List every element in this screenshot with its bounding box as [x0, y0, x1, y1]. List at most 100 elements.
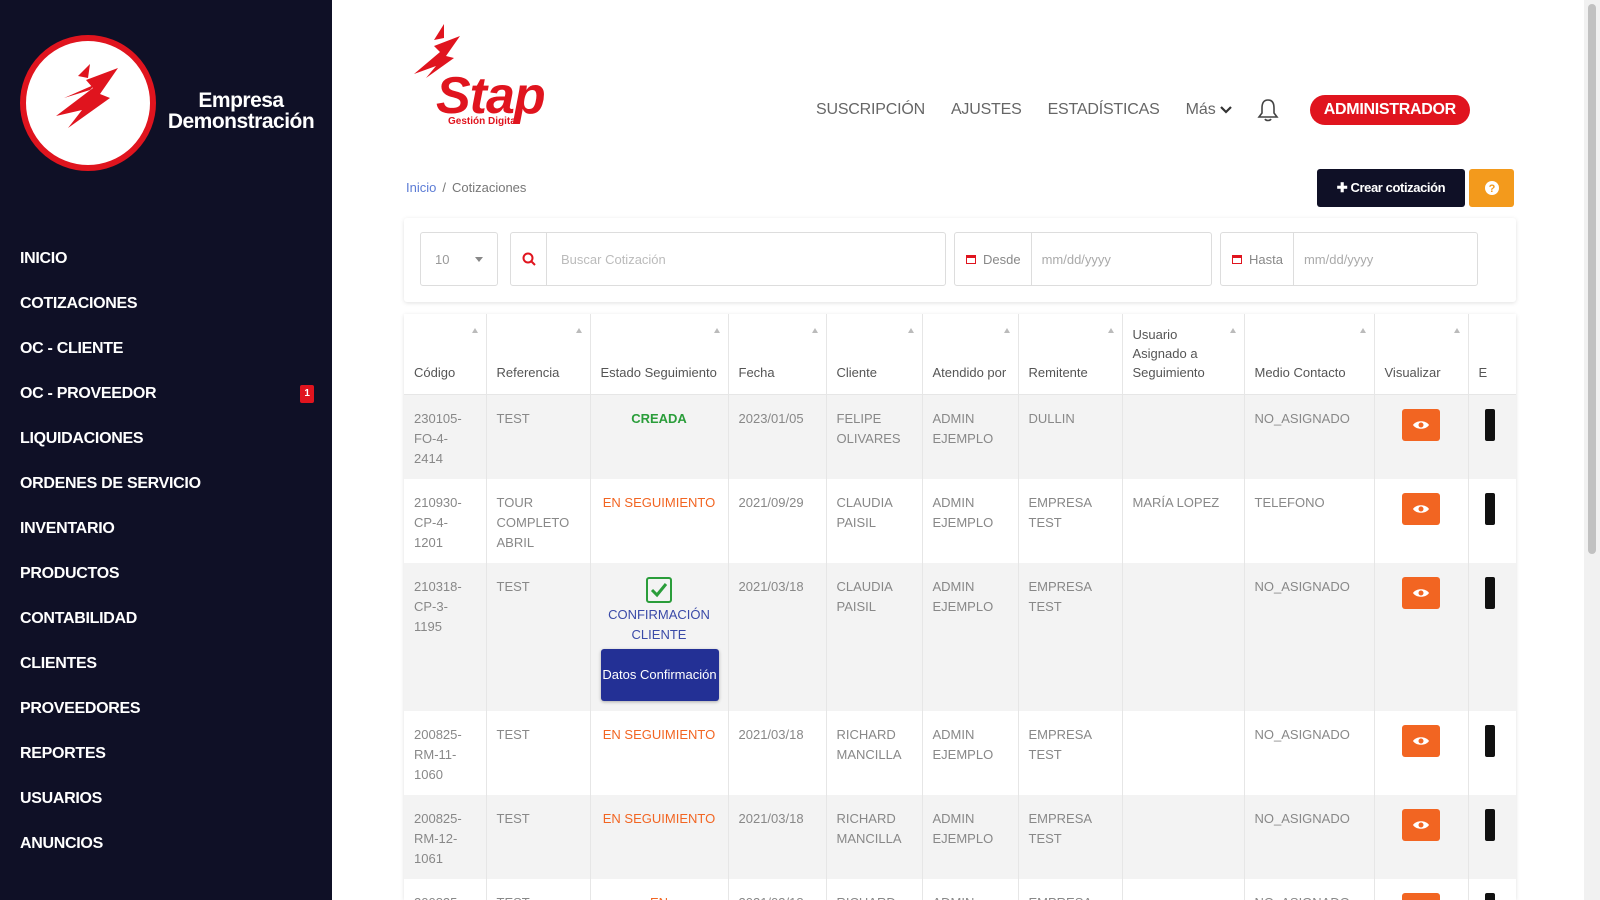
cell-usuario: MARÍA LOPEZ: [1122, 478, 1245, 563]
column-header-estado[interactable]: Estado Seguimiento: [590, 314, 729, 395]
date-from-field: Desde: [954, 232, 1212, 286]
sidebar-item-reportes[interactable]: REPORTES: [20, 731, 316, 776]
table-header-row: Código Referencia Estado Seguimiento Fec…: [404, 314, 1516, 395]
nav-suscripcion[interactable]: SUSCRIPCIÓN: [816, 101, 925, 119]
sidebar-item-anuncios[interactable]: ANUNCIOS: [20, 821, 316, 866]
confirmation-data-button[interactable]: Datos Confirmación: [600, 648, 719, 701]
cell-fecha: 2021/09/29: [728, 478, 827, 563]
sidebar-item-proveedores[interactable]: PROVEEDORES: [20, 686, 316, 731]
eye-icon: [1413, 588, 1429, 597]
cell-remitente: EMPRESA: [1018, 878, 1123, 900]
scrollbar-thumb[interactable]: [1588, 4, 1596, 554]
table-row[interactable]: 210318-CP-3-1195 TEST CONFIRMACIÓN CLIEN…: [404, 562, 1516, 711]
sidebar-item-contabilidad[interactable]: CONTABILIDAD: [20, 596, 316, 641]
sidebar-item-inventario[interactable]: INVENTARIO: [20, 506, 316, 551]
cell-codigo: 200825-RM-11-1060: [404, 710, 487, 795]
bell-icon[interactable]: [1254, 96, 1282, 124]
sidebar-item-label: OC - PROVEEDOR: [20, 384, 157, 402]
table-row[interactable]: 210930-CP-4-1201 TOUR COMPLETO ABRIL EN …: [404, 478, 1516, 563]
company-brand[interactable]: Empresa Demonstración: [20, 35, 320, 175]
table-row[interactable]: 200825-RM-11-1060 TEST EN SEGUIMIENTO 20…: [404, 710, 1516, 795]
nav-mas-dropdown[interactable]: Más: [1186, 101, 1232, 119]
column-label: E: [1478, 364, 1488, 380]
column-header-medio[interactable]: Medio Contacto: [1244, 314, 1375, 395]
cell-visualizar: [1374, 562, 1469, 711]
search-box: [510, 232, 946, 286]
nav-ajustes[interactable]: AJUSTES: [951, 101, 1022, 119]
column-header-fecha[interactable]: Fecha: [728, 314, 827, 395]
sidebar-item-oc-cliente[interactable]: OC - CLIENTE: [20, 326, 316, 371]
column-label: Cliente: [836, 364, 877, 380]
cell-visualizar: [1374, 478, 1469, 563]
column-header-visualizar[interactable]: Visualizar: [1374, 314, 1469, 395]
column-header-usuario[interactable]: Usuario Asignado a Seguimiento: [1122, 314, 1245, 395]
view-button[interactable]: [1402, 808, 1440, 841]
action-button[interactable]: [1484, 808, 1495, 841]
column-header-remitente[interactable]: Remitente: [1018, 314, 1123, 395]
sidebar-item-productos[interactable]: PRODUCTOS: [20, 551, 316, 596]
status-badge: EN SEGUIMIENTO: [602, 810, 716, 826]
cell-usuario: [1122, 562, 1245, 711]
cell-atendido: ADMIN EJEMPLO: [922, 394, 1019, 479]
sidebar-item-oc-proveedor[interactable]: OC - PROVEEDOR 1: [20, 371, 316, 416]
sidebar-item-liquidaciones[interactable]: LIQUIDACIONES: [20, 416, 316, 461]
sidebar-item-clientes[interactable]: CLIENTES: [20, 641, 316, 686]
table-row[interactable]: 200825- TEST EN 2021/03/18 RICHARD ADMIN…: [404, 878, 1516, 900]
sort-icon: [1107, 328, 1114, 333]
date-to-input[interactable]: [1293, 234, 1477, 284]
column-label: Estado Seguimiento: [600, 364, 717, 380]
status-badge: EN SEGUIMIENTO: [602, 494, 716, 510]
search-input[interactable]: [547, 234, 945, 284]
sidebar-item-usuarios[interactable]: USUARIOS: [20, 776, 316, 821]
breadcrumb-home[interactable]: Inicio: [406, 180, 436, 195]
cell-medio: NO_ASIGNADO: [1244, 394, 1375, 479]
action-button[interactable]: [1484, 408, 1495, 441]
table-row[interactable]: 200825-RM-12-1061 TEST EN SEGUIMIENTO 20…: [404, 794, 1516, 879]
cell-extra: [1468, 710, 1516, 795]
cell-cliente: RICHARD MANCILLA: [826, 794, 923, 879]
help-button[interactable]: ?: [1469, 169, 1514, 207]
nav-estadisticas[interactable]: ESTADÍSTICAS: [1048, 101, 1160, 119]
sidebar-item-inicio[interactable]: INICIO: [20, 236, 316, 281]
action-button[interactable]: [1484, 492, 1495, 525]
stap-logo[interactable]: Stap Gestión Digital: [410, 22, 590, 132]
column-header-atendido[interactable]: Atendido por: [922, 314, 1019, 395]
main-content: Stap Gestión Digital SUSCRIPCIÓN AJUSTES…: [332, 0, 1584, 900]
eye-icon: [1413, 504, 1429, 513]
view-button[interactable]: [1402, 492, 1440, 525]
sidebar-item-label: PROVEEDORES: [20, 699, 141, 717]
view-button[interactable]: [1402, 724, 1440, 757]
cell-referencia: TOUR COMPLETO ABRIL: [486, 478, 591, 563]
date-from-input[interactable]: [1031, 234, 1211, 284]
cell-estado: CREADA: [590, 394, 729, 479]
cell-remitente: DULLIN: [1018, 394, 1123, 479]
view-button[interactable]: [1402, 576, 1440, 609]
column-label: Visualizar: [1384, 364, 1441, 380]
column-header-referencia[interactable]: Referencia: [486, 314, 591, 395]
notification-badge: 1: [300, 384, 314, 403]
sidebar: Empresa Demonstración INICIO COTIZACIONE…: [0, 0, 332, 900]
admin-menu-button[interactable]: ADMINISTRADOR: [1309, 95, 1470, 125]
action-button[interactable]: [1484, 724, 1495, 757]
nav-mas-label: Más: [1185, 101, 1216, 118]
column-header-cliente[interactable]: Cliente: [826, 314, 923, 395]
view-button[interactable]: [1402, 892, 1440, 900]
action-button[interactable]: [1484, 576, 1495, 609]
sidebar-item-ordenes-de-servicio[interactable]: ORDENES DE SERVICIO: [20, 461, 316, 506]
cell-visualizar: [1374, 394, 1469, 479]
sort-icon: [1229, 328, 1236, 333]
cell-medio: NO_ASIGNADO: [1244, 794, 1375, 879]
cell-visualizar: [1374, 878, 1469, 900]
column-header-extra[interactable]: E: [1468, 314, 1516, 395]
view-button[interactable]: [1402, 408, 1440, 441]
page-scrollbar[interactable]: [1584, 0, 1600, 900]
table-row[interactable]: 230105-FO-4-2414 TEST CREADA 2023/01/05 …: [404, 394, 1516, 479]
column-header-codigo[interactable]: Código: [404, 314, 487, 395]
cell-estado: EN SEGUIMIENTO: [590, 794, 729, 879]
caret-down-icon: [475, 256, 483, 262]
cell-cliente: FELIPE OLIVARES: [826, 394, 923, 479]
create-quote-button[interactable]: ✚ Crear cotización: [1317, 169, 1465, 207]
sidebar-item-cotizaciones[interactable]: COTIZACIONES: [20, 281, 316, 326]
page-size-select[interactable]: 10: [420, 232, 498, 286]
action-button[interactable]: [1484, 892, 1495, 900]
